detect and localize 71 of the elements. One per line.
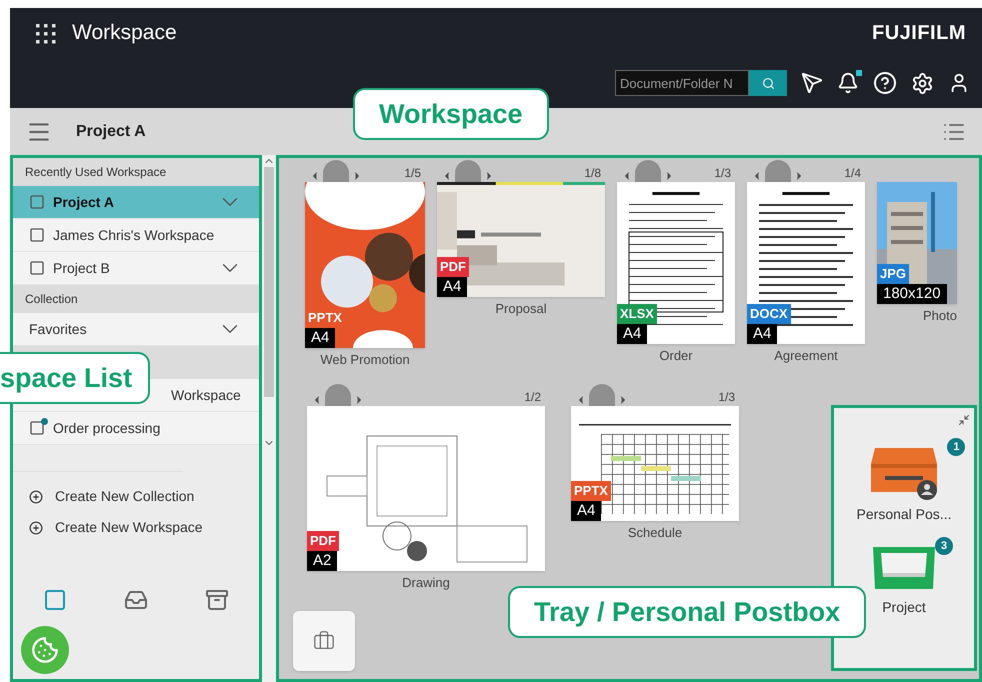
section-heading: Recently Used Workspace xyxy=(13,158,259,186)
paper-size-badge: A4 xyxy=(747,324,778,344)
paper-size-badge: 180x120 xyxy=(877,284,947,304)
clip-icon xyxy=(635,160,661,182)
callout-label: Workspace xyxy=(353,88,549,140)
page-count: 1/3 xyxy=(714,165,731,182)
clip-icon xyxy=(325,384,351,406)
briefcase-button[interactable] xyxy=(293,611,355,671)
workspace-icon xyxy=(29,260,45,276)
plus-icon xyxy=(29,490,43,504)
search-field[interactable]: Document/Folder N xyxy=(615,70,749,96)
document-name: Schedule xyxy=(626,524,684,542)
page-count: 1/3 xyxy=(718,388,735,406)
paper-size-badge: A2 xyxy=(307,550,338,570)
sidebar-item[interactable]: Project A xyxy=(13,186,259,219)
document-name: Photo xyxy=(922,307,957,325)
paper-size-badge: A4 xyxy=(617,324,648,344)
settings-icon[interactable] xyxy=(911,72,934,94)
document-name: Web Promotion xyxy=(319,351,411,369)
clip-icon xyxy=(765,160,791,182)
page-count: 1/2 xyxy=(524,388,541,406)
file-type-badge: JPG xyxy=(877,264,910,284)
tray-label: Personal Pos... xyxy=(856,505,952,524)
workspace-title: Project A xyxy=(76,122,146,142)
page-count: 1/8 xyxy=(584,165,601,182)
apps-grid-icon[interactable] xyxy=(34,22,56,44)
sidebar-item[interactable]: Workspace xyxy=(171,384,241,406)
notification-bell-icon[interactable] xyxy=(837,72,859,94)
sidebar-item[interactable]: Favorites xyxy=(13,313,259,346)
plus-icon xyxy=(29,520,43,534)
file-type-badge: DOCX xyxy=(747,304,791,324)
create-link[interactable]: Create New Workspace xyxy=(55,517,203,538)
callout-label: space List xyxy=(0,352,150,404)
paper-size-badge: A4 xyxy=(437,277,468,297)
workspace-icon xyxy=(29,194,45,210)
document-name: Drawing xyxy=(401,574,451,592)
cookie-button[interactable] xyxy=(21,626,69,674)
page-count: 1/4 xyxy=(844,165,861,182)
file-type-badge: XLSX xyxy=(617,304,657,324)
sidebar-item[interactable]: Project B xyxy=(13,252,259,285)
file-type-badge: PPTX xyxy=(571,480,611,500)
document-name: Order xyxy=(658,347,694,365)
cookie-icon xyxy=(31,636,59,664)
count-badge: 1 xyxy=(947,438,966,456)
section-heading: Collection xyxy=(13,285,259,313)
file-type-badge: PDF xyxy=(437,257,469,277)
clip-icon xyxy=(323,160,349,182)
clip-icon xyxy=(589,384,615,406)
paper-size-badge: A4 xyxy=(571,500,602,520)
app-title: Workspace xyxy=(72,20,177,46)
paper-size-badge: A4 xyxy=(305,328,336,348)
count-badge: 3 xyxy=(935,537,953,555)
document-name: Agreement xyxy=(773,347,839,365)
file-type-badge: PDF xyxy=(307,530,339,550)
callout-label: Tray / Personal Postbox xyxy=(508,586,866,638)
workspace-icon xyxy=(29,227,45,243)
create-link[interactable]: Create New Collection xyxy=(55,486,194,507)
document-name: Proposal xyxy=(494,300,548,318)
sidebar-item[interactable]: Order processing xyxy=(13,412,259,445)
briefcase-icon xyxy=(313,630,335,652)
search-button[interactable] xyxy=(749,70,787,96)
collapse-icon[interactable] xyxy=(958,414,970,426)
workspace-icon xyxy=(29,420,45,436)
tray-label: Project xyxy=(882,598,926,617)
search-icon xyxy=(762,76,774,90)
sidebar-item[interactable]: James Chris's Workspace xyxy=(13,219,259,252)
page-count: 1/5 xyxy=(404,165,421,182)
send-icon[interactable] xyxy=(801,72,823,94)
clip-icon xyxy=(455,160,481,182)
brand-logo: FUJIFILM xyxy=(872,21,966,46)
help-icon[interactable] xyxy=(873,71,897,95)
